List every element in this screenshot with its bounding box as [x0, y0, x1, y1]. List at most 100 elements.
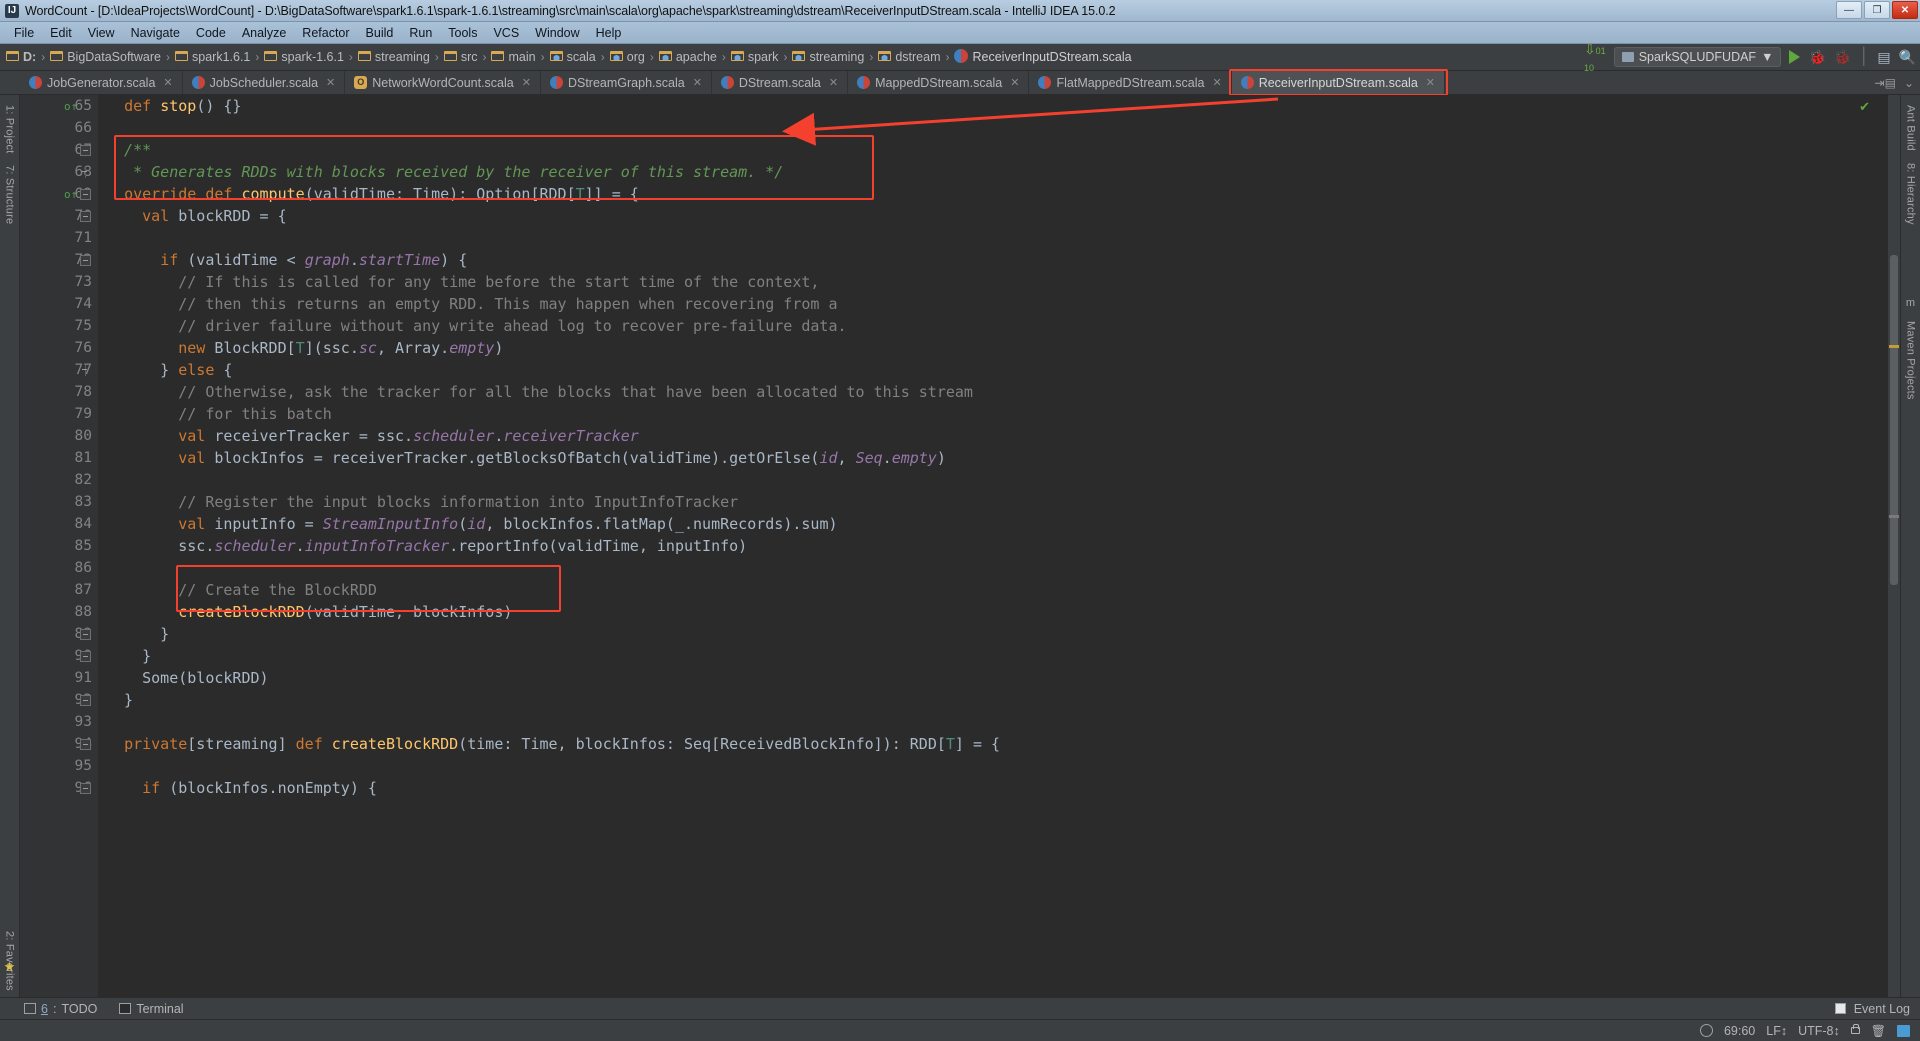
gutter-line[interactable]: 80	[20, 425, 98, 447]
gutter-line[interactable]: 88	[20, 601, 98, 623]
gutter-line[interactable]: 86	[20, 557, 98, 579]
code-line[interactable]	[98, 711, 1888, 733]
tool-window-button-terminal[interactable]: Terminal	[119, 1002, 184, 1016]
tool-window-structure[interactable]: 7: Structure	[4, 159, 16, 230]
code-line[interactable]: val inputInfo = StreamInputInfo(id, bloc…	[98, 513, 1888, 535]
gutter-line[interactable]: 74	[20, 293, 98, 315]
code-line[interactable]: // driver failure without any write ahea…	[98, 315, 1888, 337]
code-line[interactable]: }	[98, 623, 1888, 645]
code-editor[interactable]: def stop() {} /** * Generates RDDs with …	[98, 95, 1888, 997]
inspections-icon[interactable]	[1699, 1024, 1713, 1037]
gutter-line[interactable]: 75	[20, 315, 98, 337]
code-line[interactable]: }	[98, 645, 1888, 667]
code-line[interactable]: override def compute(validTime: Time): O…	[98, 183, 1888, 205]
menu-item-tools[interactable]: Tools	[440, 24, 485, 42]
close-icon[interactable]: ✕	[1212, 76, 1221, 89]
favorites-star-icon[interactable]: ★	[4, 959, 16, 975]
gutter-line[interactable]: 77	[20, 359, 98, 381]
code-line[interactable]: /**	[98, 139, 1888, 161]
menu-item-view[interactable]: View	[80, 24, 123, 42]
code-fold-icon[interactable]	[80, 166, 91, 178]
editor-tab-networkwordcount[interactable]: NetworkWordCount.scala ✕	[345, 71, 541, 94]
code-line[interactable]	[98, 557, 1888, 579]
code-fold-icon[interactable]	[80, 210, 91, 222]
editor-tab-mappeddstream[interactable]: MappedDStream.scala ✕	[848, 71, 1030, 94]
code-fold-icon[interactable]	[80, 650, 91, 662]
menu-item-refactor[interactable]: Refactor	[294, 24, 357, 42]
code-fold-icon[interactable]	[80, 738, 91, 750]
code-line[interactable]: if (blockInfos.nonEmpty) {	[98, 777, 1888, 799]
breadcrumb-item-dstream[interactable]: dstream	[878, 50, 940, 64]
code-line[interactable]: // If this is called for any time before…	[98, 271, 1888, 293]
gutter-line[interactable]: 95	[20, 755, 98, 777]
memory-indicator[interactable]	[1897, 1024, 1910, 1037]
gutter-line[interactable]: 69o↑	[20, 183, 98, 205]
gutter-line[interactable]: 66	[20, 117, 98, 139]
breadcrumb-item-spark161[interactable]: spark-1.6.1	[264, 50, 344, 64]
code-line[interactable]: def stop() {}	[98, 95, 1888, 117]
gutter-line[interactable]: 90	[20, 645, 98, 667]
code-fold-icon[interactable]	[80, 144, 91, 156]
search-everywhere-icon[interactable]: 🔍	[1899, 49, 1916, 66]
close-button[interactable]: ✕	[1892, 1, 1918, 19]
maximize-button[interactable]: ❐	[1864, 1, 1890, 19]
menu-item-build[interactable]: Build	[358, 24, 402, 42]
gutter-line[interactable]: 70	[20, 205, 98, 227]
close-icon[interactable]: ✕	[1426, 76, 1435, 89]
code-fold-icon[interactable]	[80, 364, 91, 376]
gutter-line[interactable]: 87	[20, 579, 98, 601]
breadcrumb-item-streaming[interactable]: streaming	[357, 50, 430, 64]
breadcrumb-item-bigdatasoftware[interactable]: BigDataSoftware	[50, 50, 161, 64]
editor-tab-dstream[interactable]: DStream.scala ✕	[712, 71, 849, 94]
tool-window-project[interactable]: 1: Project	[4, 99, 16, 159]
menu-item-run[interactable]: Run	[401, 24, 440, 42]
editor-tab-dstreamgraph[interactable]: DStreamGraph.scala ✕	[541, 71, 712, 94]
code-line[interactable]: }	[98, 689, 1888, 711]
tool-window-m[interactable]: m	[1906, 291, 1915, 315]
code-line[interactable]	[98, 469, 1888, 491]
tool-window-antbuild[interactable]: Ant Build	[1905, 99, 1917, 157]
tab-list-icon[interactable]: ⇥▤	[1875, 76, 1896, 90]
file-encoding[interactable]: UTF-8↕	[1798, 1024, 1840, 1038]
tool-window-hierarchy[interactable]: 8: Hierarchy	[1905, 157, 1917, 231]
gutter-line[interactable]: 72	[20, 249, 98, 271]
code-line[interactable]: createBlockRDD(validTime, blockInfos)	[98, 601, 1888, 623]
code-fold-icon[interactable]	[80, 188, 91, 200]
close-icon[interactable]: ✕	[693, 76, 702, 89]
code-line[interactable]: ssc.scheduler.inputInfoTracker.reportInf…	[98, 535, 1888, 557]
gutter-line[interactable]: 92	[20, 689, 98, 711]
breadcrumb-item-main[interactable]: main	[491, 50, 536, 64]
gutter-line[interactable]: 96	[20, 777, 98, 799]
breadcrumb-item-streaming[interactable]: streaming	[792, 50, 864, 64]
editor-scrollbar[interactable]	[1888, 95, 1900, 997]
tool-window-button-todo[interactable]: 6: TODO	[24, 1002, 97, 1016]
menu-item-edit[interactable]: Edit	[42, 24, 80, 42]
override-method-icon[interactable]: o↑	[64, 188, 77, 201]
close-icon[interactable]: ✕	[829, 76, 838, 89]
close-icon[interactable]: ✕	[326, 76, 335, 89]
code-line[interactable]	[98, 227, 1888, 249]
close-icon[interactable]: ✕	[522, 76, 531, 89]
gutter-line[interactable]: 82	[20, 469, 98, 491]
gutter-line[interactable]: 81	[20, 447, 98, 469]
close-icon[interactable]: ✕	[163, 76, 172, 89]
gutter-line[interactable]: 91	[20, 667, 98, 689]
code-line[interactable]: // Create the BlockRDD	[98, 579, 1888, 601]
line-separator[interactable]: LF↕	[1766, 1024, 1787, 1038]
event-log-area[interactable]: Event Log	[1834, 1002, 1920, 1016]
gutter-line[interactable]: 65 o↑	[20, 95, 98, 117]
gutter-line[interactable]: 84	[20, 513, 98, 535]
breadcrumb-item-apache[interactable]: apache	[658, 50, 717, 64]
code-line[interactable]: val receiverTracker = ssc.scheduler.rece…	[98, 425, 1888, 447]
run-coverage-button[interactable]: 🐞	[1834, 49, 1851, 66]
debug-button[interactable]: 🐞	[1808, 49, 1825, 66]
gutter-line[interactable]: 78	[20, 381, 98, 403]
code-line[interactable]: // for this batch	[98, 403, 1888, 425]
code-line[interactable]: if (validTime < graph.startTime) {	[98, 249, 1888, 271]
gutter-line[interactable]: 83	[20, 491, 98, 513]
menu-item-code[interactable]: Code	[188, 24, 234, 42]
caret-position[interactable]: 69:60	[1724, 1024, 1755, 1038]
gutter-line[interactable]: 94	[20, 733, 98, 755]
breadcrumb-item-spark[interactable]: spark	[730, 50, 778, 64]
gutter-line[interactable]: 89	[20, 623, 98, 645]
